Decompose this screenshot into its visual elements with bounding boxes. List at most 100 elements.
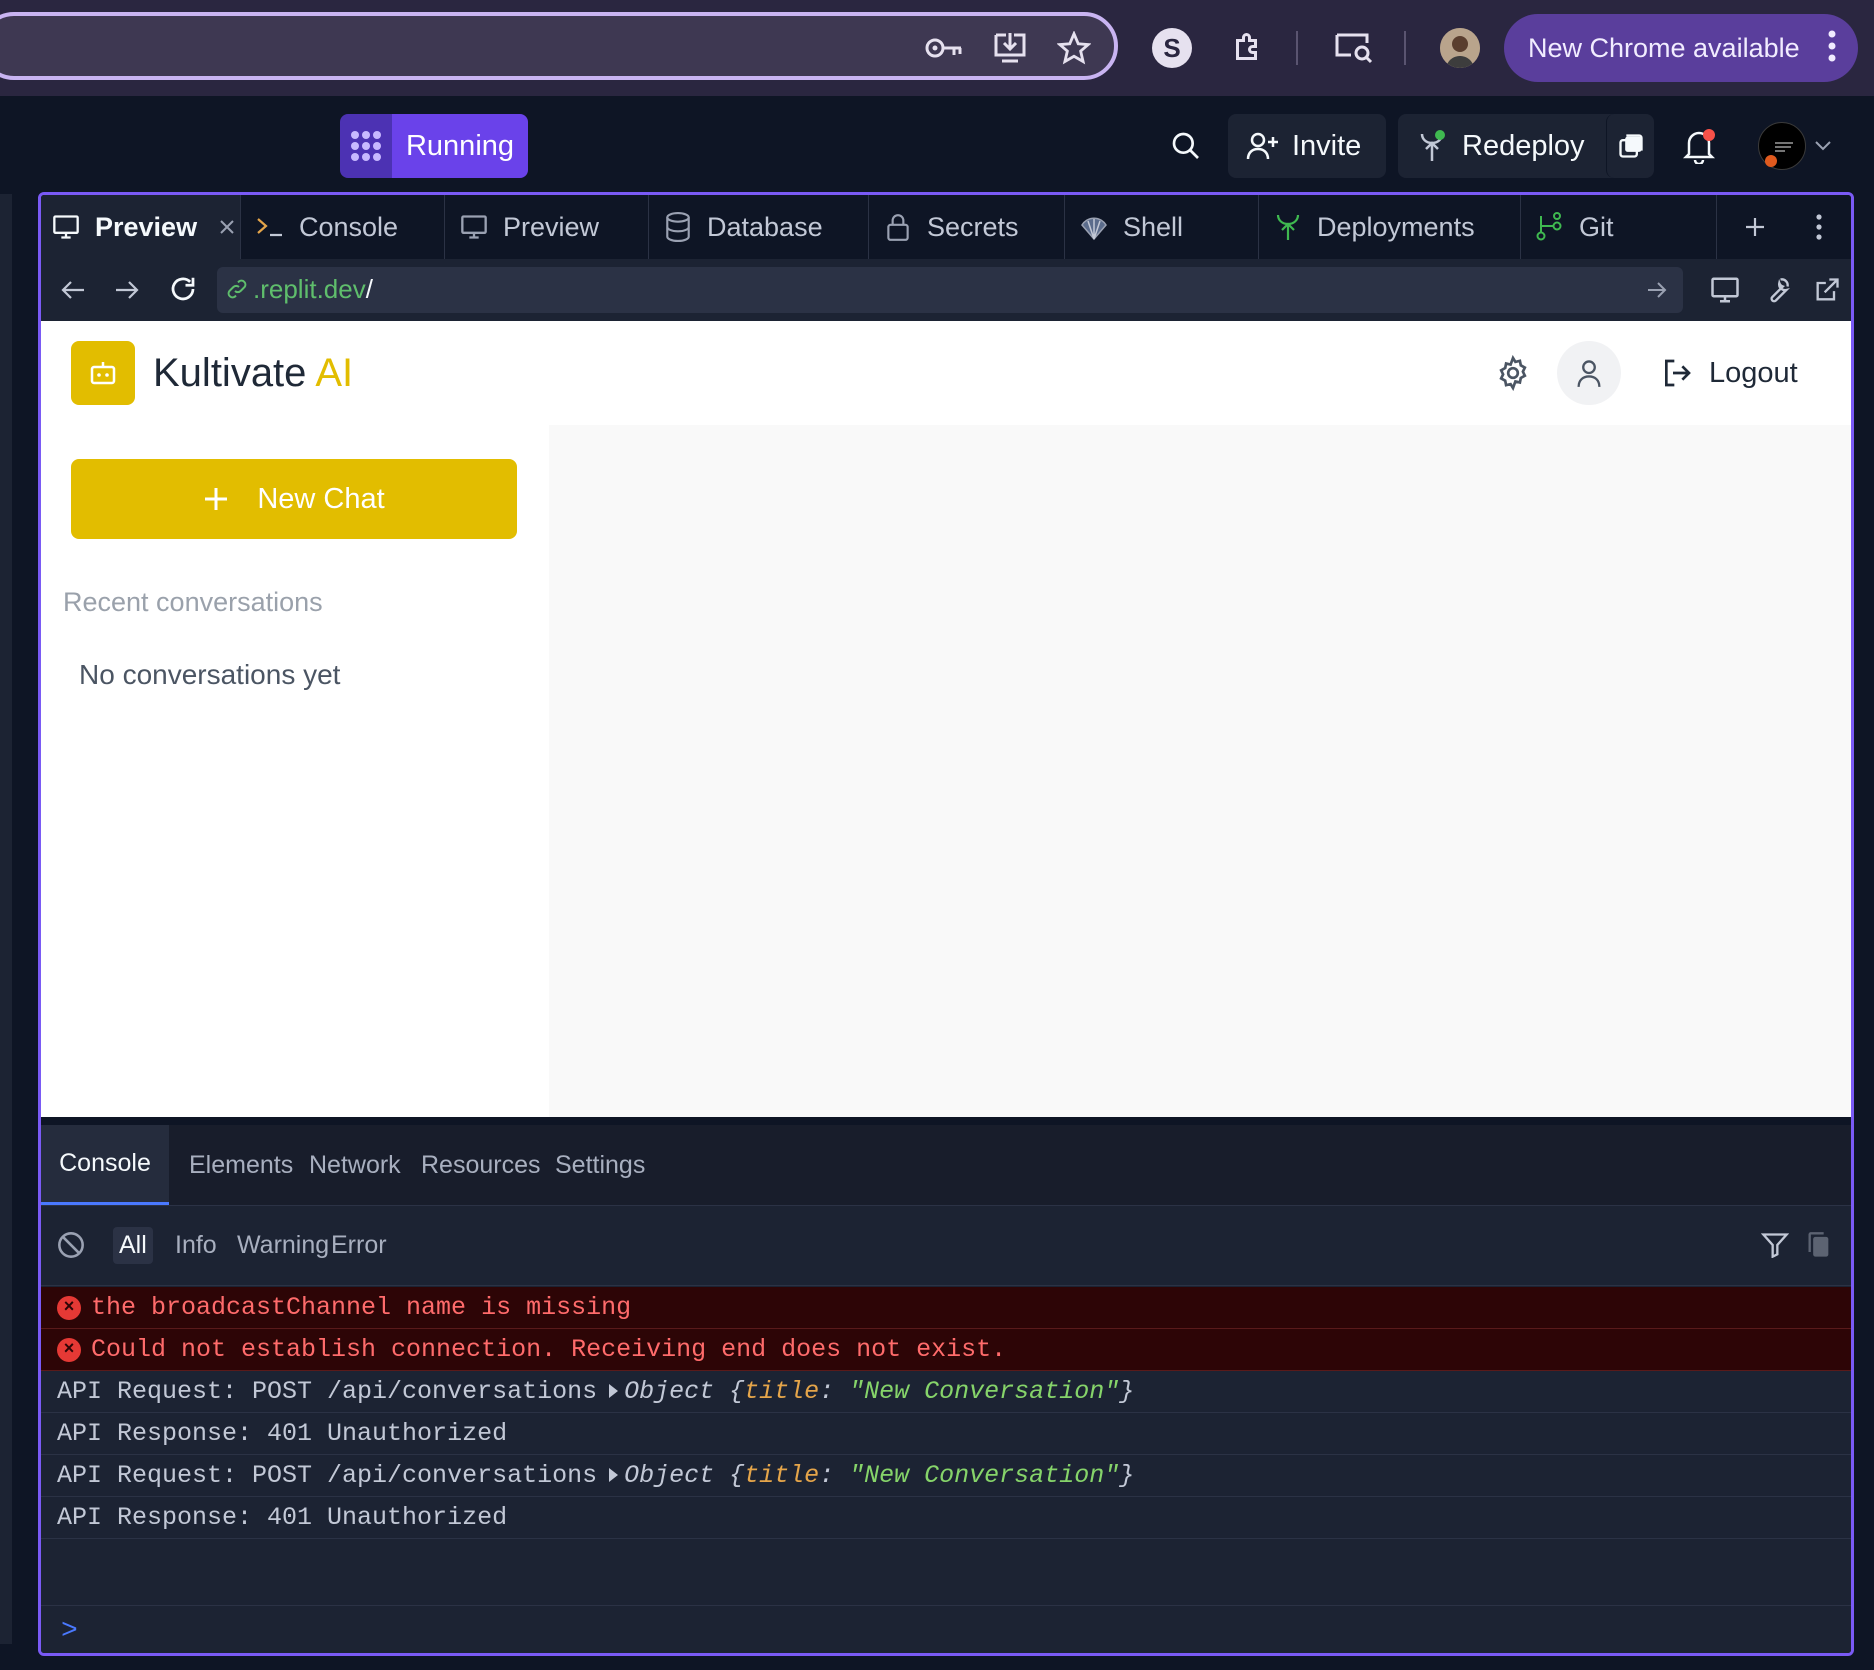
wrench-icon[interactable] (1757, 271, 1797, 309)
devtools-tab-network[interactable]: Network (291, 1125, 419, 1205)
tab-preview[interactable]: Preview (445, 195, 649, 259)
log-object-expander[interactable]: Object {title: "New Conversation"} (609, 1461, 1134, 1490)
close-icon[interactable] (219, 219, 235, 235)
user-profile-icon[interactable] (1557, 341, 1621, 405)
logout-icon (1661, 357, 1693, 389)
new-chat-label: New Chat (257, 482, 385, 515)
new-chrome-available-button[interactable]: New Chrome available (1504, 14, 1858, 82)
preview-url-field[interactable]: .replit.dev/ (217, 267, 1683, 313)
device-monitor-icon[interactable] (1705, 271, 1745, 309)
browser-toolbar: S New Chrome available (0, 0, 1874, 96)
filter-funnel-icon[interactable] (1759, 1229, 1791, 1261)
puzzle-extension-icon[interactable] (1226, 26, 1270, 70)
replit-agent-icon[interactable] (340, 114, 392, 178)
tab-label: Git (1579, 211, 1614, 242)
error-icon: × (57, 1295, 81, 1320)
object-prefix: Object { (624, 1377, 745, 1406)
profile-avatar[interactable] (1440, 28, 1480, 68)
tab-label: Preview (95, 211, 198, 242)
redeploy-label: Redeploy (1462, 129, 1585, 162)
tab-preview-active[interactable]: Preview (41, 195, 241, 259)
terminal-icon (255, 212, 285, 242)
console-log-row: × the broadcastChannel name is missing (41, 1287, 1851, 1329)
logout-button[interactable]: Logout (1661, 347, 1798, 399)
tab-label: Secrets (927, 211, 1019, 242)
go-arrow-icon[interactable] (1643, 277, 1671, 303)
console-log-row: API Request: POST /api/conversations Obj… (41, 1455, 1851, 1497)
link-icon (225, 277, 249, 301)
new-chat-button[interactable]: New Chat (71, 459, 517, 539)
logout-label: Logout (1709, 356, 1798, 389)
app-title: Kultivate AI (153, 351, 353, 396)
user-avatar[interactable] (1758, 122, 1806, 170)
triangle-right-icon (609, 1384, 619, 1399)
redeploy-options-button[interactable] (1606, 114, 1654, 178)
database-icon (663, 212, 693, 242)
filter-error[interactable]: Error (325, 1227, 393, 1264)
tab-deployments[interactable]: Deployments (1259, 195, 1521, 259)
bell-icon[interactable] (1678, 124, 1720, 168)
copy-windows-icon (1617, 132, 1645, 160)
console-input-row[interactable]: > (41, 1605, 1851, 1653)
devtools-tab-console[interactable]: Console (41, 1125, 169, 1205)
monitor-icon (51, 212, 81, 242)
tab-shell[interactable]: Shell (1065, 195, 1259, 259)
tab-secrets[interactable]: Secrets (869, 195, 1065, 259)
tab-label: Shell (1123, 211, 1184, 242)
workspace-tabs: Preview Console Preview Database Secrets… (41, 195, 1851, 260)
object-key: title (744, 1461, 820, 1490)
object-value: "New Conversation" (849, 1461, 1120, 1490)
install-app-icon[interactable] (988, 26, 1032, 70)
screen-search-icon[interactable] (1330, 26, 1378, 70)
devtools-tab-resources[interactable]: Resources (403, 1125, 559, 1205)
conversation-sidebar: New Chat Recent conversations No convers… (41, 425, 550, 1117)
back-arrow-icon[interactable] (53, 271, 93, 309)
copy-icon[interactable] (1805, 1229, 1833, 1261)
object-suffix: } (1119, 1377, 1135, 1406)
filter-all[interactable]: All (113, 1227, 153, 1264)
reload-icon[interactable] (163, 269, 203, 309)
left-panel-edge (0, 194, 12, 1644)
log-text: Could not establish connection. Receivin… (91, 1335, 1007, 1364)
git-icon (1535, 212, 1565, 242)
run-button-group[interactable]: Running (340, 114, 528, 178)
log-object-expander[interactable]: Object {title: "New Conversation"} (609, 1377, 1134, 1406)
search-icon[interactable] (1166, 124, 1206, 168)
object-prefix: Object { (624, 1461, 745, 1490)
tab-console[interactable]: Console (241, 195, 445, 259)
log-text: API Request: POST /api/conversations (57, 1461, 598, 1490)
star-icon[interactable] (1052, 26, 1096, 70)
invite-label: Invite (1292, 129, 1362, 162)
log-text: the broadcastChannel name is missing (91, 1293, 632, 1322)
log-text: API Request: POST /api/conversations (57, 1377, 598, 1406)
devtools-tab-settings[interactable]: Settings (537, 1125, 663, 1205)
chevron-down-icon[interactable] (1812, 134, 1834, 158)
running-status-button[interactable]: Running (392, 114, 528, 178)
devtools-tabs: Console Elements Network Resources Setti… (41, 1125, 1851, 1206)
chat-main-area (549, 425, 1851, 1117)
toolbar-divider (1404, 31, 1406, 65)
empty-conversations-text: No conversations yet (79, 659, 341, 690)
invite-button[interactable]: Invite (1228, 114, 1386, 178)
filter-warning[interactable]: Warning (231, 1227, 335, 1264)
more-vert-icon[interactable] (1828, 28, 1836, 71)
tab-database[interactable]: Database (649, 195, 869, 259)
console-prompt: > (61, 1616, 78, 1647)
more-vert-icon[interactable] (1807, 209, 1831, 245)
settings-gear-icon[interactable] (1493, 353, 1533, 393)
toolbar-divider (1296, 31, 1298, 65)
s-extension-icon[interactable]: S (1152, 28, 1192, 68)
object-value: "New Conversation" (849, 1377, 1120, 1406)
log-text: API Response: 401 Unauthorized (57, 1503, 508, 1532)
log-text: API Response: 401 Unauthorized (57, 1419, 508, 1448)
key-icon[interactable] (922, 28, 966, 68)
app-title-accent: AI (315, 351, 354, 395)
object-key: title (744, 1377, 820, 1406)
forward-arrow-icon[interactable] (107, 271, 147, 309)
tab-git[interactable]: Git (1521, 195, 1717, 259)
filter-info[interactable]: Info (169, 1227, 223, 1264)
clear-console-icon[interactable] (55, 1229, 87, 1261)
add-tab-icon[interactable] (1737, 209, 1773, 245)
preview-url-row: .replit.dev/ (41, 259, 1851, 321)
open-external-icon[interactable] (1807, 271, 1847, 309)
